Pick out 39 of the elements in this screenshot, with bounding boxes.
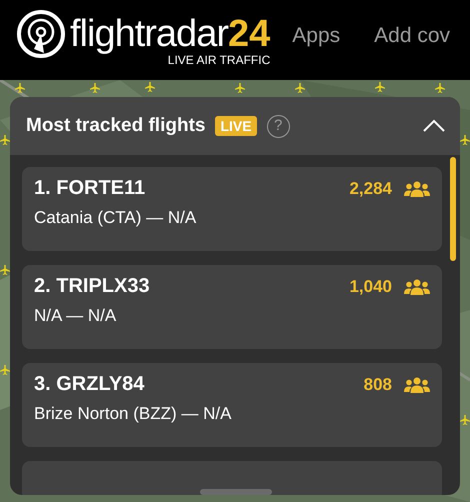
drag-handle[interactable] <box>200 489 272 495</box>
flight-card[interactable]: 3. GRZLY84 808 Brize Norton (BZZ) — N/A <box>22 363 442 447</box>
tracker-count: 808 <box>364 374 392 394</box>
flight-card[interactable]: 2. TRIPLX33 1,040 N/A — N/A <box>22 265 442 349</box>
logo-number: 24 <box>228 14 270 54</box>
flight-card[interactable]: 1. FORTE11 2,284 Catania (CTA) — N/A <box>22 167 442 251</box>
nav-link[interactable]: Add cov <box>374 24 450 48</box>
plane-icon[interactable] <box>0 135 10 145</box>
plane-icon[interactable] <box>15 83 25 93</box>
scrollbar-thumb[interactable] <box>450 157 456 261</box>
nav-link[interactable]: Apps <box>292 24 340 48</box>
plane-icon[interactable] <box>145 82 155 92</box>
plane-icon[interactable] <box>460 135 470 145</box>
plane-icon[interactable] <box>435 83 445 93</box>
people-icon <box>404 278 430 294</box>
plane-icon[interactable] <box>235 83 245 93</box>
flight-route: Catania (CTA) — N/A <box>34 208 198 228</box>
panel-title: Most tracked flights <box>26 115 206 137</box>
people-icon <box>404 180 430 196</box>
logo-wordmark: flightradar <box>70 14 228 54</box>
flight-callsign: 1. FORTE11 <box>34 177 146 200</box>
flight-callsign: 3. GRZLY84 <box>34 373 146 396</box>
plane-icon[interactable] <box>90 83 100 93</box>
plane-icon[interactable] <box>0 365 10 375</box>
tagline: LIVE AIR TRAFFIC <box>168 54 270 66</box>
tracker-count: 2,284 <box>349 178 392 198</box>
plane-icon[interactable] <box>295 83 305 93</box>
live-badge: LIVE <box>215 116 257 136</box>
flight-route: N/A — N/A <box>34 306 118 326</box>
flight-card[interactable] <box>22 461 442 495</box>
radar-logo-icon <box>16 9 66 59</box>
plane-icon[interactable] <box>460 415 470 425</box>
flight-callsign: 2. TRIPLX33 <box>34 275 151 298</box>
people-icon <box>404 376 430 392</box>
chevron-icon[interactable] <box>422 119 446 133</box>
flight-route: Brize Norton (BZZ) — N/A <box>34 404 232 424</box>
plane-icon[interactable] <box>375 82 385 92</box>
tracker-count: 1,040 <box>349 276 392 296</box>
plane-icon[interactable] <box>0 265 10 275</box>
